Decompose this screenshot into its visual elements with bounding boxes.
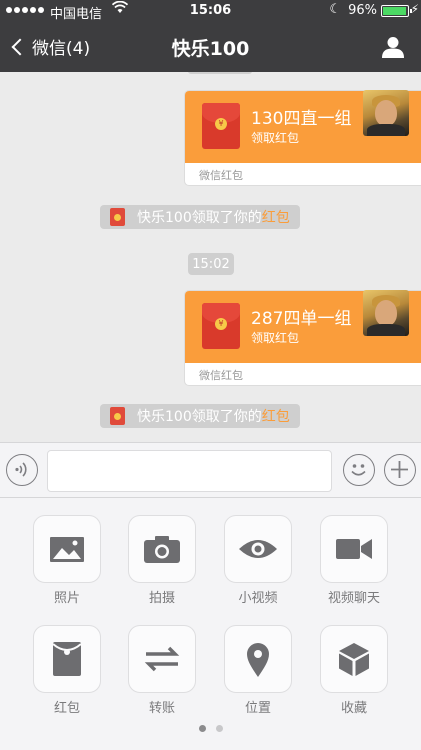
avatar[interactable] xyxy=(363,290,409,336)
transfer-label: 转账 xyxy=(148,701,175,716)
function-panel: 照片 拍摄 小视频 视频聊天 红包 转账 位置 收藏 xyxy=(0,498,421,750)
do-not-disturb-icon: ☾ xyxy=(329,2,341,17)
red-envelope-icon: ¥ xyxy=(202,103,240,149)
camera-tile[interactable] xyxy=(128,515,196,583)
charging-icon: ⚡ xyxy=(410,2,419,16)
top-bar: 中国电信 15:06 ☾ 96% ⚡ 微信(4) 快乐100 xyxy=(0,0,421,72)
red-packet-mini-icon xyxy=(110,407,125,425)
red-packet-icon xyxy=(52,642,82,676)
favorites-box-icon xyxy=(339,643,369,676)
navigation-bar: 微信(4) 快乐100 xyxy=(0,22,421,72)
favorites-tile[interactable] xyxy=(320,625,388,693)
emoji-button[interactable] xyxy=(343,454,375,486)
video-chat-tile[interactable] xyxy=(320,515,388,583)
photo-tile[interactable] xyxy=(33,515,101,583)
message-input[interactable] xyxy=(47,450,332,492)
photo-icon xyxy=(50,537,84,562)
voice-icon xyxy=(15,462,27,477)
red-packet-mini-icon xyxy=(110,208,125,226)
short-video-label: 小视频 xyxy=(238,591,278,606)
video-camera-icon xyxy=(336,539,372,559)
input-bar xyxy=(0,442,421,498)
red-packet-title: 287四单一组 xyxy=(251,309,352,329)
notice-text: 快乐100领取了你的 xyxy=(137,210,262,226)
red-packet-subtitle: 领取红包 xyxy=(251,131,300,145)
system-notice: 快乐100领取了你的 红包 xyxy=(100,404,300,428)
battery-percentage: 96% xyxy=(348,3,377,18)
message-row: ¥ 287四单一组 领取红包 微信红包 xyxy=(99,290,421,390)
system-notice: 快乐100领取了你的 红包 xyxy=(100,205,300,229)
chat-title: 快乐100 xyxy=(171,38,250,60)
red-packet-subtitle: 领取红包 xyxy=(251,331,300,345)
red-packet-footer: 微信红包 xyxy=(199,369,243,382)
camera-label: 拍摄 xyxy=(148,591,175,606)
battery-icon xyxy=(381,5,412,17)
scrolled-timestamp xyxy=(188,72,252,74)
transfer-icon xyxy=(144,646,180,672)
message-row: ¥ 130四直一组 领取红包 微信红包 xyxy=(99,90,421,190)
location-pin-icon xyxy=(247,643,269,677)
red-packet-title: 130四直一组 xyxy=(251,109,352,129)
video-chat-label: 视频聊天 xyxy=(327,591,380,606)
location-label: 位置 xyxy=(244,701,271,716)
more-options-button[interactable] xyxy=(384,454,416,486)
photo-label: 照片 xyxy=(53,591,80,606)
eye-icon xyxy=(239,540,277,558)
red-packet-link[interactable]: 红包 xyxy=(262,207,290,227)
page-dot-2[interactable] xyxy=(215,725,223,732)
timestamp: 15:02 xyxy=(188,253,234,275)
camera-icon xyxy=(144,536,180,563)
red-packet-footer: 微信红包 xyxy=(199,169,243,182)
page-dot-1[interactable] xyxy=(198,725,206,732)
avatar[interactable] xyxy=(363,90,409,136)
notice-text: 快乐100领取了你的 xyxy=(137,409,262,425)
location-tile[interactable] xyxy=(224,625,292,693)
smiley-icon xyxy=(351,464,366,476)
voice-input-button[interactable] xyxy=(6,454,38,486)
person-icon xyxy=(382,37,404,58)
status-bar: 中国电信 15:06 ☾ 96% ⚡ xyxy=(0,0,421,22)
page-indicator[interactable] xyxy=(0,725,421,732)
transfer-tile[interactable] xyxy=(128,625,196,693)
red-packet-label: 红包 xyxy=(53,701,80,716)
red-envelope-icon: ¥ xyxy=(202,303,240,349)
chat-info-button[interactable] xyxy=(381,36,405,58)
red-packet-link[interactable]: 红包 xyxy=(262,406,290,426)
red-packet-tile[interactable] xyxy=(33,625,101,693)
favorites-label: 收藏 xyxy=(340,701,367,716)
chat-area[interactable]: ¥ 130四直一组 领取红包 微信红包 快乐100领取了你的 红包 15:02 … xyxy=(0,72,421,442)
short-video-tile[interactable] xyxy=(224,515,292,583)
plus-icon xyxy=(391,461,408,478)
